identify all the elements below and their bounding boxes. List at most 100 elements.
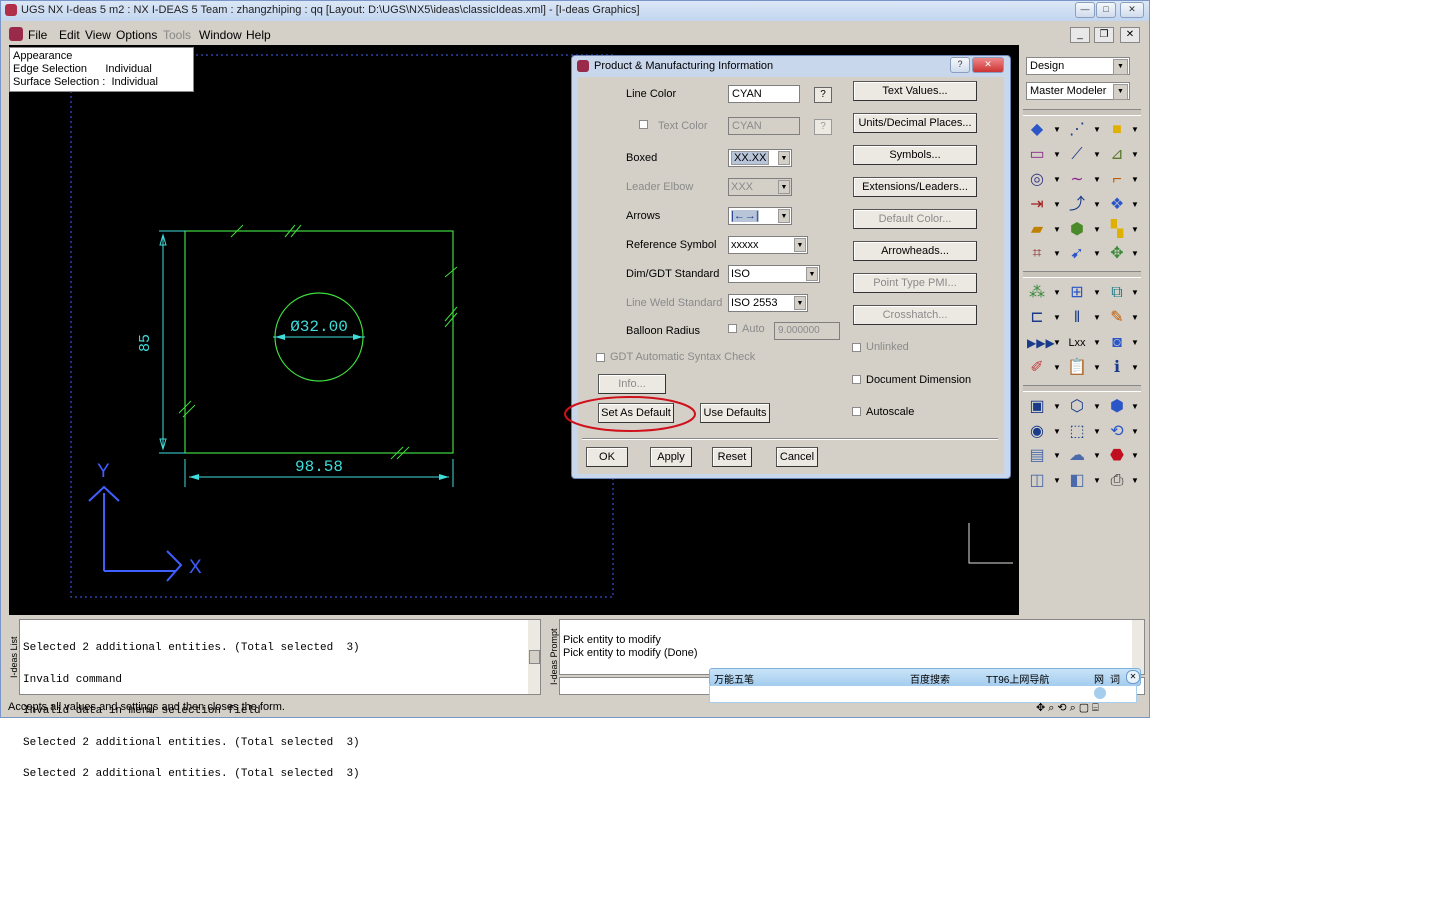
mdi-minimize-button[interactable]: _ (1070, 27, 1090, 43)
arrowheads-button[interactable]: Arrowheads... (853, 241, 977, 261)
shell-icon[interactable]: ▚ (1107, 220, 1127, 240)
default-color-button[interactable]: Default Color... (853, 209, 977, 229)
extrude-icon[interactable]: ◆ (1027, 120, 1047, 140)
chevron-down-icon[interactable]: ▼ (1131, 120, 1139, 140)
line-icon[interactable]: ⟋ (1067, 145, 1087, 165)
chevron-down-icon[interactable]: ▼ (1093, 145, 1101, 165)
list-scroll-thumb[interactable] (529, 650, 540, 664)
ime-word[interactable]: 词 (1110, 671, 1120, 686)
list-scrollbar[interactable] (528, 620, 540, 694)
chevron-down-icon[interactable]: ▼ (1093, 120, 1101, 140)
leader-elbow-select[interactable]: XXX ▼ (728, 178, 792, 196)
sweep-icon[interactable]: ➹ (1067, 244, 1087, 264)
info-icon[interactable]: ℹ (1107, 358, 1127, 378)
chevron-down-icon[interactable]: ▼ (1093, 358, 1101, 378)
menu-help[interactable]: Help (246, 28, 271, 42)
pattern-icon[interactable]: ❖ (1107, 195, 1127, 215)
application-select[interactable]: Master Modeler ▼ (1026, 82, 1130, 100)
dialog-close-button[interactable]: ✕ (972, 57, 1004, 73)
chevron-down-icon[interactable]: ▼ (1093, 471, 1101, 491)
probe-icon[interactable]: ǁ (1067, 308, 1087, 328)
chevron-down-icon[interactable]: ▼ (1053, 358, 1061, 378)
fillet-icon[interactable]: ■ (1107, 120, 1127, 140)
zoom-window-icon[interactable]: ⬚ (1067, 422, 1087, 442)
balloon-auto-checkbox[interactable] (728, 324, 737, 333)
units-decimal-places-button[interactable]: Units/Decimal Places... (853, 113, 977, 133)
paint-icon[interactable]: ✎ (1107, 308, 1127, 328)
shaded-icon[interactable]: ⬢ (1107, 397, 1127, 417)
ok-button[interactable]: OK (586, 447, 628, 467)
height-dim-text[interactable]: 85 (137, 334, 154, 352)
eraser-icon[interactable]: ✐ (1027, 358, 1047, 378)
reference-symbol-select[interactable]: xxxxx ▼ (728, 236, 808, 254)
autoscale-checkbox[interactable] (852, 407, 861, 416)
database-icon[interactable]: ◙ (1107, 333, 1127, 353)
rotate-view-icon[interactable]: ⟲ (1107, 422, 1127, 442)
menu-file[interactable]: File (28, 28, 47, 42)
chevron-down-icon[interactable]: ▼ (1053, 308, 1061, 328)
standard-select[interactable]: ISO ▼ (728, 265, 820, 283)
chevron-down-icon[interactable]: ▼ (1093, 195, 1101, 215)
display-icon[interactable]: ▣ (1027, 397, 1047, 417)
balloon-radius-field[interactable]: 9.000000 (774, 322, 840, 340)
wireframe-icon[interactable]: ⬡ (1067, 397, 1087, 417)
chevron-down-icon[interactable]: ▼ (1131, 308, 1139, 328)
line-color-field[interactable]: CYAN (728, 85, 800, 103)
mdi-close-button[interactable]: ✕ (1120, 27, 1140, 43)
chevron-down-icon[interactable]: ▼ (1093, 283, 1101, 303)
view-iso-icon[interactable]: ☁ (1067, 446, 1087, 466)
crosshatch-button[interactable]: Crosshatch... (853, 305, 977, 325)
hierarchy-icon[interactable]: ⁂ (1027, 283, 1047, 303)
chevron-down-icon[interactable]: ▼ (1131, 195, 1139, 215)
chevron-down-icon[interactable]: ▼ (1053, 195, 1061, 215)
extensions-leaders-button[interactable]: Extensions/Leaders... (853, 177, 977, 197)
text-color-help-button[interactable]: ? (814, 119, 832, 135)
chevron-down-icon[interactable]: ▼ (1131, 145, 1139, 165)
boxed-select[interactable]: XX.XX ▼ (728, 149, 792, 167)
cube-icon[interactable]: ⬢ (1067, 220, 1087, 240)
chevron-down-icon[interactable]: ▼ (1053, 446, 1061, 466)
text-color-checkbox[interactable] (639, 120, 648, 129)
view-front-icon[interactable]: ▤ (1027, 446, 1047, 466)
chamfer-icon[interactable]: ⤴ (1067, 195, 1087, 215)
chevron-down-icon[interactable]: ▼ (1093, 397, 1101, 417)
chevron-down-icon[interactable]: ▼ (1131, 170, 1139, 190)
info-button[interactable]: Info... (598, 374, 666, 394)
chevron-down-icon[interactable]: ▼ (1093, 446, 1101, 466)
chevron-down-icon[interactable]: ▼ (1053, 145, 1061, 165)
status-tool-icons[interactable]: ✥⌕⟲⌕▢⌸ (1036, 701, 1102, 715)
menu-view[interactable]: View (85, 28, 111, 42)
circle-icon[interactable]: ◎ (1027, 170, 1047, 190)
line-color-help-button[interactable]: ? (814, 87, 832, 103)
dialog-help-button[interactable]: ? (950, 57, 970, 73)
chevron-down-icon[interactable]: ▼ (1053, 471, 1061, 491)
stop-icon[interactable]: ⬣ (1107, 446, 1127, 466)
prompt-scrollbar[interactable] (1132, 620, 1144, 674)
block-icon[interactable]: ▭ (1027, 145, 1047, 165)
close-icon[interactable]: ✕ (1126, 670, 1140, 684)
arrows-select[interactable]: |←→| ▼ (728, 207, 792, 225)
chevron-down-icon[interactable]: ▼ (1053, 244, 1061, 264)
mdi-restore-button[interactable]: ❐ (1094, 27, 1114, 43)
text-values-button[interactable]: Text Values... (853, 81, 977, 101)
width-dim-text[interactable]: 98.58 (295, 458, 343, 476)
chevron-down-icon[interactable]: ▼ (1093, 220, 1101, 240)
menu-tools[interactable]: Tools (163, 28, 191, 42)
reset-button[interactable]: Reset (712, 447, 752, 467)
chevron-down-icon[interactable]: ▼ (1053, 120, 1061, 140)
maximize-button[interactable]: □ (1096, 2, 1116, 18)
sketch-icon[interactable]: ⋰ (1067, 120, 1087, 140)
menu-window[interactable]: Window (199, 28, 242, 42)
chevron-down-icon[interactable]: ▼ (1053, 422, 1061, 442)
view-side-icon[interactable]: ◧ (1067, 471, 1087, 491)
solid-icon[interactable]: ▰ (1027, 220, 1047, 240)
part-outline[interactable] (184, 230, 454, 454)
task-select[interactable]: Design ▼ (1026, 57, 1130, 75)
chevron-down-icon[interactable]: ▼ (1131, 333, 1139, 353)
ime-web[interactable]: 网 (1094, 671, 1104, 686)
symbols-button[interactable]: Symbols... (853, 145, 977, 165)
list-pane-tab[interactable]: I-deas List (9, 619, 19, 695)
chevron-down-icon[interactable]: ▼ (1053, 220, 1061, 240)
weld-standard-select[interactable]: ISO 2553 ▼ (728, 294, 808, 312)
chevron-down-icon[interactable]: ▼ (1053, 283, 1061, 303)
